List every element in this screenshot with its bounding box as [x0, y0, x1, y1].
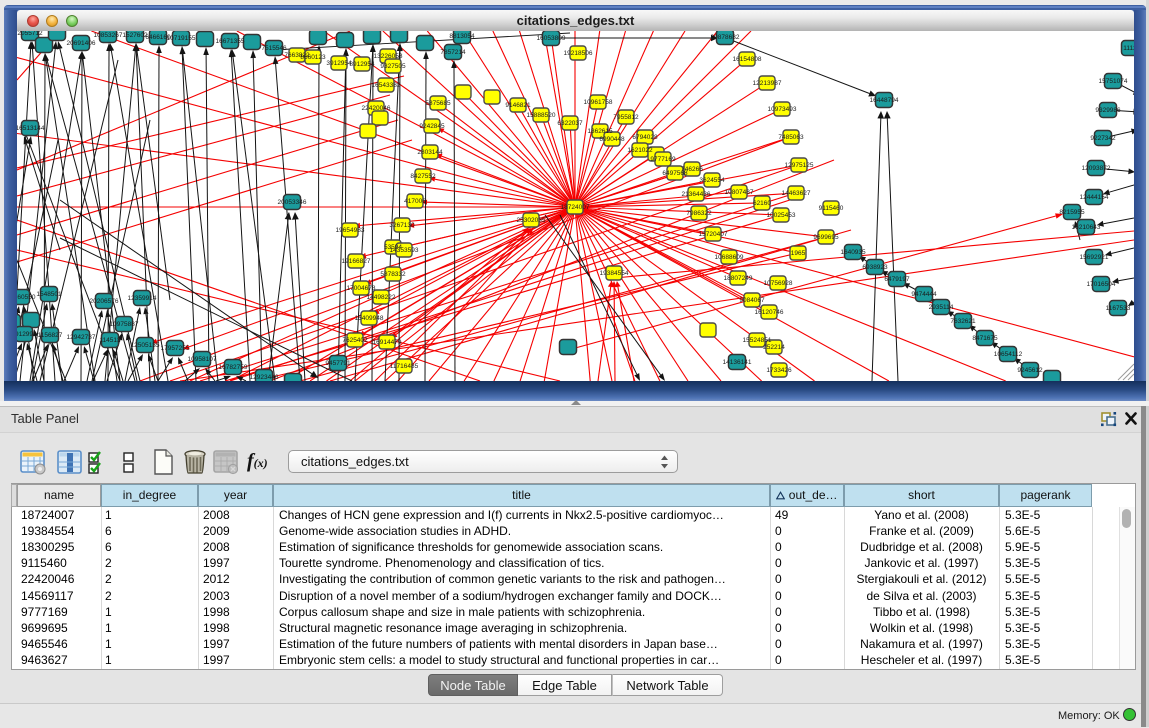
svg-text:13226058: 13226058 [374, 53, 403, 60]
svg-text:8912954: 8912954 [349, 61, 375, 68]
svg-text:6990448: 6990448 [599, 136, 625, 143]
svg-text:18724007: 18724007 [561, 204, 590, 211]
svg-text:8215955: 8215955 [1059, 209, 1085, 216]
svg-text:1733426: 1733426 [766, 367, 792, 374]
svg-text:6938923: 6938923 [862, 264, 888, 271]
svg-text:6497568: 6497568 [662, 170, 688, 177]
svg-text:15524851: 15524851 [743, 337, 772, 344]
svg-text:9329986: 9329986 [1095, 107, 1121, 114]
svg-text:16154808: 16154808 [733, 56, 762, 63]
svg-text:19218506: 19218506 [564, 50, 593, 57]
svg-text:6794028: 6794028 [632, 134, 658, 141]
svg-text:9245612: 9245612 [1017, 367, 1043, 374]
svg-text:7986322: 7986322 [686, 210, 712, 217]
svg-text:1965: 1965 [791, 250, 806, 257]
svg-text:14136141: 14136141 [723, 359, 752, 366]
svg-text:6479197: 6479197 [884, 276, 910, 283]
svg-text:14353593: 14353593 [390, 247, 419, 254]
svg-text:2803144: 2803144 [417, 149, 443, 156]
svg-text:10654112: 10654112 [994, 351, 1023, 358]
svg-text:10756928: 10756928 [764, 280, 793, 287]
svg-text:10025453: 10025453 [767, 212, 796, 219]
svg-text:21364436: 21364436 [682, 191, 711, 198]
svg-text:19384554: 19384554 [600, 270, 629, 277]
svg-text:18807249: 18807249 [724, 275, 753, 282]
svg-text:7485063: 7485063 [778, 134, 804, 141]
svg-text:20878682: 20878682 [711, 34, 740, 41]
svg-text:16914479: 16914479 [373, 339, 402, 346]
svg-text:19654983: 19654983 [336, 227, 365, 234]
svg-text:9242845: 9242845 [419, 123, 445, 130]
svg-text:14498222: 14498222 [367, 294, 396, 301]
svg-text:16448794: 16448794 [870, 97, 899, 104]
svg-text:62160: 62160 [753, 200, 771, 207]
svg-text:19166827: 19166827 [342, 258, 371, 265]
svg-text:9227342: 9227342 [1090, 135, 1116, 142]
svg-text:15888520: 15888520 [527, 112, 556, 119]
svg-text:9457791: 9457791 [325, 360, 351, 367]
svg-text:7857214: 7857214 [440, 49, 466, 56]
svg-text:25302035: 25302035 [517, 217, 546, 224]
svg-text:12213987: 12213987 [753, 80, 782, 87]
svg-text:8660123: 8660123 [300, 54, 326, 61]
svg-text:1640935: 1640935 [840, 249, 866, 256]
svg-text:9084067: 9084067 [739, 297, 765, 304]
svg-text:5875685: 5875685 [425, 100, 451, 107]
svg-text:2935114: 2935114 [929, 304, 954, 311]
svg-text:1167533: 1167533 [1106, 305, 1131, 312]
svg-text:17004678: 17004678 [347, 285, 376, 292]
svg-text:10973493: 10973493 [768, 106, 797, 113]
svg-text:9699695: 9699695 [813, 234, 839, 241]
svg-text:22420046: 22420046 [362, 105, 391, 112]
svg-text:5878332: 5878332 [380, 271, 406, 278]
svg-text:12444154: 12444154 [1080, 194, 1109, 201]
svg-text:1362615: 1362615 [587, 128, 613, 135]
svg-text:9474444: 9474444 [911, 291, 937, 298]
svg-text:9115460: 9115460 [819, 205, 844, 212]
svg-text:15409948: 15409948 [355, 315, 384, 322]
svg-text:3267130: 3267130 [389, 222, 415, 229]
svg-text:15720407: 15720407 [699, 231, 728, 238]
svg-text:1621022: 1621022 [627, 147, 653, 154]
svg-text:15751074: 15751074 [1099, 78, 1128, 85]
svg-text:10807487: 10807487 [725, 189, 754, 196]
svg-text:16210643: 16210643 [1072, 224, 1101, 231]
svg-text:17016504: 17016504 [1087, 281, 1116, 288]
svg-text:16053809: 16053809 [537, 35, 566, 42]
svg-text:11716485: 11716485 [390, 363, 419, 370]
svg-text:7955812: 7955812 [613, 114, 639, 121]
svg-text:16120746: 16120746 [755, 309, 784, 316]
svg-text:8813054: 8813054 [449, 33, 475, 40]
svg-text:9327505: 9327505 [380, 63, 406, 70]
svg-text:1112: 1112 [1123, 45, 1134, 52]
svg-text:12975125: 12975125 [785, 162, 814, 169]
svg-text:10688609: 10688609 [715, 254, 744, 261]
svg-text:417006: 417006 [404, 198, 426, 205]
svg-text:8471675: 8471675 [972, 335, 998, 342]
svg-text:15692921: 15692921 [1080, 254, 1109, 261]
svg-text:9146821: 9146821 [505, 102, 531, 109]
svg-text:9777169: 9777169 [650, 156, 676, 163]
svg-text:252214: 252214 [763, 344, 785, 351]
svg-text:3912954: 3912954 [326, 60, 352, 67]
svg-text:8427552: 8427552 [410, 173, 436, 180]
svg-text:7625402: 7625402 [342, 337, 368, 344]
svg-text:16543382: 16543382 [372, 82, 401, 89]
svg-text:12093872: 12093872 [1082, 165, 1111, 172]
svg-text:3624554: 3624554 [699, 177, 725, 184]
svg-text:7632621: 7632621 [950, 318, 976, 325]
svg-text:20053346: 20053346 [278, 199, 307, 206]
svg-text:14463627: 14463627 [782, 190, 811, 197]
svg-text:6322037: 6322037 [557, 120, 583, 127]
svg-text:10961758: 10961758 [584, 99, 613, 106]
